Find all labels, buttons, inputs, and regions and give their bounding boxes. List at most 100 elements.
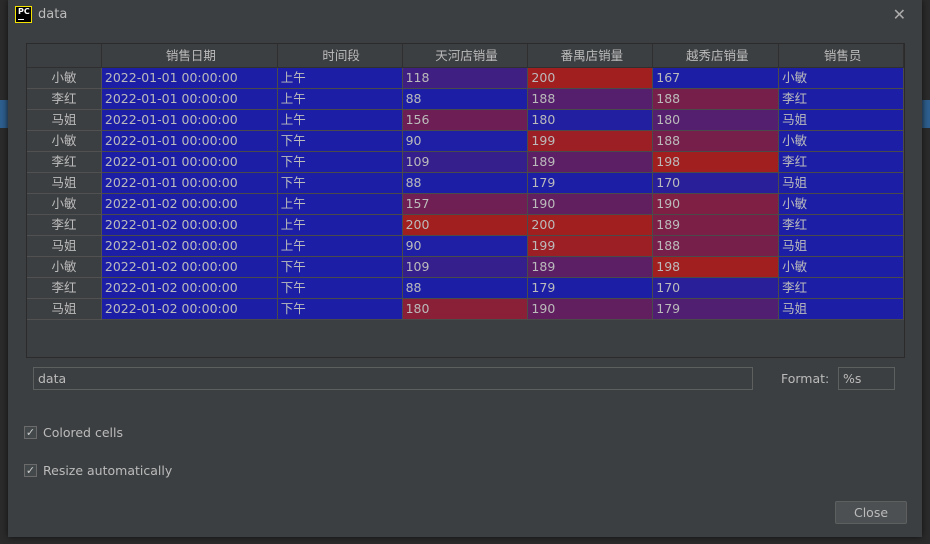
table-cell[interactable]: 2022-01-01 00:00:00 — [101, 152, 278, 173]
table-cell[interactable]: 马姐 — [779, 173, 904, 194]
table-cell[interactable]: 118 — [402, 68, 529, 89]
format-input[interactable] — [838, 367, 895, 390]
table-cell[interactable]: 2022-01-01 00:00:00 — [101, 131, 278, 152]
table-cell[interactable]: 109 — [402, 152, 529, 173]
table-cell[interactable]: 190 — [528, 194, 654, 215]
table-cell[interactable]: 179 — [528, 173, 654, 194]
table-cell[interactable]: 198 — [653, 257, 780, 278]
table-cell[interactable]: 李红 — [779, 278, 904, 299]
table-cell[interactable]: 马姐 — [779, 110, 904, 131]
table-cell[interactable]: 马姐 — [779, 299, 904, 320]
table-cell[interactable]: 李红 — [779, 152, 904, 173]
table-cell[interactable]: 199 — [528, 131, 654, 152]
table-cell[interactable]: 90 — [402, 131, 529, 152]
table-row[interactable]: 李红 2022-01-02 00:00:00 下午 88 179 170 李红 — [27, 278, 904, 299]
table-cell[interactable]: 189 — [528, 152, 654, 173]
table-cell[interactable]: 88 — [402, 89, 529, 110]
table-cell[interactable]: 2022-01-02 00:00:00 — [101, 236, 278, 257]
close-icon[interactable]: ✕ — [893, 5, 906, 24]
table-cell[interactable]: 2022-01-02 00:00:00 — [101, 299, 278, 320]
data-table[interactable]: 销售日期 时间段 天河店销量 番禺店销量 越秀店销量 销售员 小敏 2022-01-01 00… — [26, 43, 905, 358]
table-cell[interactable]: 179 — [653, 299, 780, 320]
table-cell[interactable]: 上午 — [277, 68, 403, 89]
table-cell[interactable]: 179 — [528, 278, 654, 299]
table-row[interactable]: 李红 2022-01-01 00:00:00 上午 88 188 188 李红 — [27, 89, 904, 110]
column-header[interactable]: 番禺店销量 — [528, 44, 654, 68]
table-cell[interactable]: 188 — [653, 236, 780, 257]
table-cell[interactable]: 188 — [653, 131, 780, 152]
table-cell[interactable]: 上午 — [277, 215, 403, 236]
table-row[interactable]: 小敏 2022-01-01 00:00:00 下午 90 199 188 小敏 — [27, 131, 904, 152]
table-cell[interactable]: 188 — [528, 89, 654, 110]
column-header[interactable]: 天河店销量 — [402, 44, 529, 68]
table-row[interactable]: 李红 2022-01-02 00:00:00 上午 200 200 189 李红 — [27, 215, 904, 236]
table-row[interactable]: 小敏 2022-01-01 00:00:00 上午 118 200 167 小敏 — [27, 68, 904, 89]
table-cell[interactable]: 李红 — [779, 215, 904, 236]
table-cell[interactable]: 下午 — [277, 173, 403, 194]
table-cell[interactable]: 190 — [528, 299, 654, 320]
row-index: 小敏 — [27, 68, 102, 89]
table-cell[interactable]: 下午 — [277, 257, 403, 278]
table-cell[interactable]: 199 — [528, 236, 654, 257]
table-cell[interactable]: 上午 — [277, 194, 403, 215]
table-cell[interactable]: 109 — [402, 257, 529, 278]
table-cell[interactable]: 2022-01-02 00:00:00 — [101, 257, 278, 278]
table-cell[interactable]: 190 — [653, 194, 780, 215]
table-cell[interactable]: 167 — [653, 68, 780, 89]
table-cell[interactable]: 180 — [402, 299, 529, 320]
table-cell[interactable]: 88 — [402, 173, 529, 194]
table-cell[interactable]: 上午 — [277, 236, 403, 257]
table-cell[interactable]: 马姐 — [779, 236, 904, 257]
table-cell[interactable]: 157 — [402, 194, 529, 215]
table-cell[interactable]: 2022-01-01 00:00:00 — [101, 173, 278, 194]
close-button[interactable]: Close — [835, 501, 907, 524]
table-cell[interactable]: 小敏 — [779, 131, 904, 152]
table-cell[interactable]: 2022-01-02 00:00:00 — [101, 215, 278, 236]
table-cell[interactable]: 170 — [653, 173, 780, 194]
table-row[interactable]: 马姐 2022-01-02 00:00:00 下午 180 190 179 马姐 — [27, 299, 904, 320]
column-header[interactable]: 越秀店销量 — [653, 44, 780, 68]
table-cell[interactable]: 200 — [402, 215, 529, 236]
table-cell[interactable]: 小敏 — [779, 194, 904, 215]
colored-cells-checkbox[interactable]: ✓ Colored cells — [24, 425, 123, 440]
table-cell[interactable]: 170 — [653, 278, 780, 299]
table-cell[interactable]: 上午 — [277, 110, 403, 131]
table-cell[interactable]: 下午 — [277, 299, 403, 320]
table-cell[interactable]: 189 — [653, 215, 780, 236]
table-cell[interactable]: 下午 — [277, 131, 403, 152]
resize-automatically-checkbox[interactable]: ✓ Resize automatically — [24, 463, 172, 478]
table-row[interactable]: 李红 2022-01-01 00:00:00 下午 109 189 198 李红 — [27, 152, 904, 173]
table-row[interactable]: 马姐 2022-01-01 00:00:00 上午 156 180 180 马姐 — [27, 110, 904, 131]
column-header[interactable] — [27, 44, 102, 68]
table-cell[interactable]: 李红 — [779, 89, 904, 110]
table-cell[interactable]: 下午 — [277, 152, 403, 173]
checkbox-label: Colored cells — [43, 425, 123, 440]
table-cell[interactable]: 下午 — [277, 278, 403, 299]
table-cell[interactable]: 200 — [528, 68, 654, 89]
table-cell[interactable]: 180 — [528, 110, 654, 131]
column-header[interactable]: 时间段 — [277, 44, 403, 68]
expression-input[interactable] — [33, 367, 753, 390]
column-header[interactable]: 销售员 — [779, 44, 904, 68]
table-cell[interactable]: 2022-01-02 00:00:00 — [101, 194, 278, 215]
column-header[interactable]: 销售日期 — [101, 44, 278, 68]
table-cell[interactable]: 156 — [402, 110, 529, 131]
table-row[interactable]: 马姐 2022-01-02 00:00:00 上午 90 199 188 马姐 — [27, 236, 904, 257]
table-cell[interactable]: 2022-01-02 00:00:00 — [101, 278, 278, 299]
table-cell[interactable]: 189 — [528, 257, 654, 278]
table-cell[interactable]: 小敏 — [779, 257, 904, 278]
table-cell[interactable]: 2022-01-01 00:00:00 — [101, 89, 278, 110]
table-row[interactable]: 小敏 2022-01-02 00:00:00 下午 109 189 198 小敏 — [27, 257, 904, 278]
table-row[interactable]: 小敏 2022-01-02 00:00:00 上午 157 190 190 小敏 — [27, 194, 904, 215]
table-cell[interactable]: 198 — [653, 152, 780, 173]
table-cell[interactable]: 2022-01-01 00:00:00 — [101, 68, 278, 89]
table-row[interactable]: 马姐 2022-01-01 00:00:00 下午 88 179 170 马姐 — [27, 173, 904, 194]
table-cell[interactable]: 188 — [653, 89, 780, 110]
table-cell[interactable]: 2022-01-01 00:00:00 — [101, 110, 278, 131]
table-cell[interactable]: 200 — [528, 215, 654, 236]
table-cell[interactable]: 小敏 — [779, 68, 904, 89]
table-cell[interactable]: 180 — [653, 110, 780, 131]
table-cell[interactable]: 上午 — [277, 89, 403, 110]
table-cell[interactable]: 88 — [402, 278, 529, 299]
table-cell[interactable]: 90 — [402, 236, 529, 257]
